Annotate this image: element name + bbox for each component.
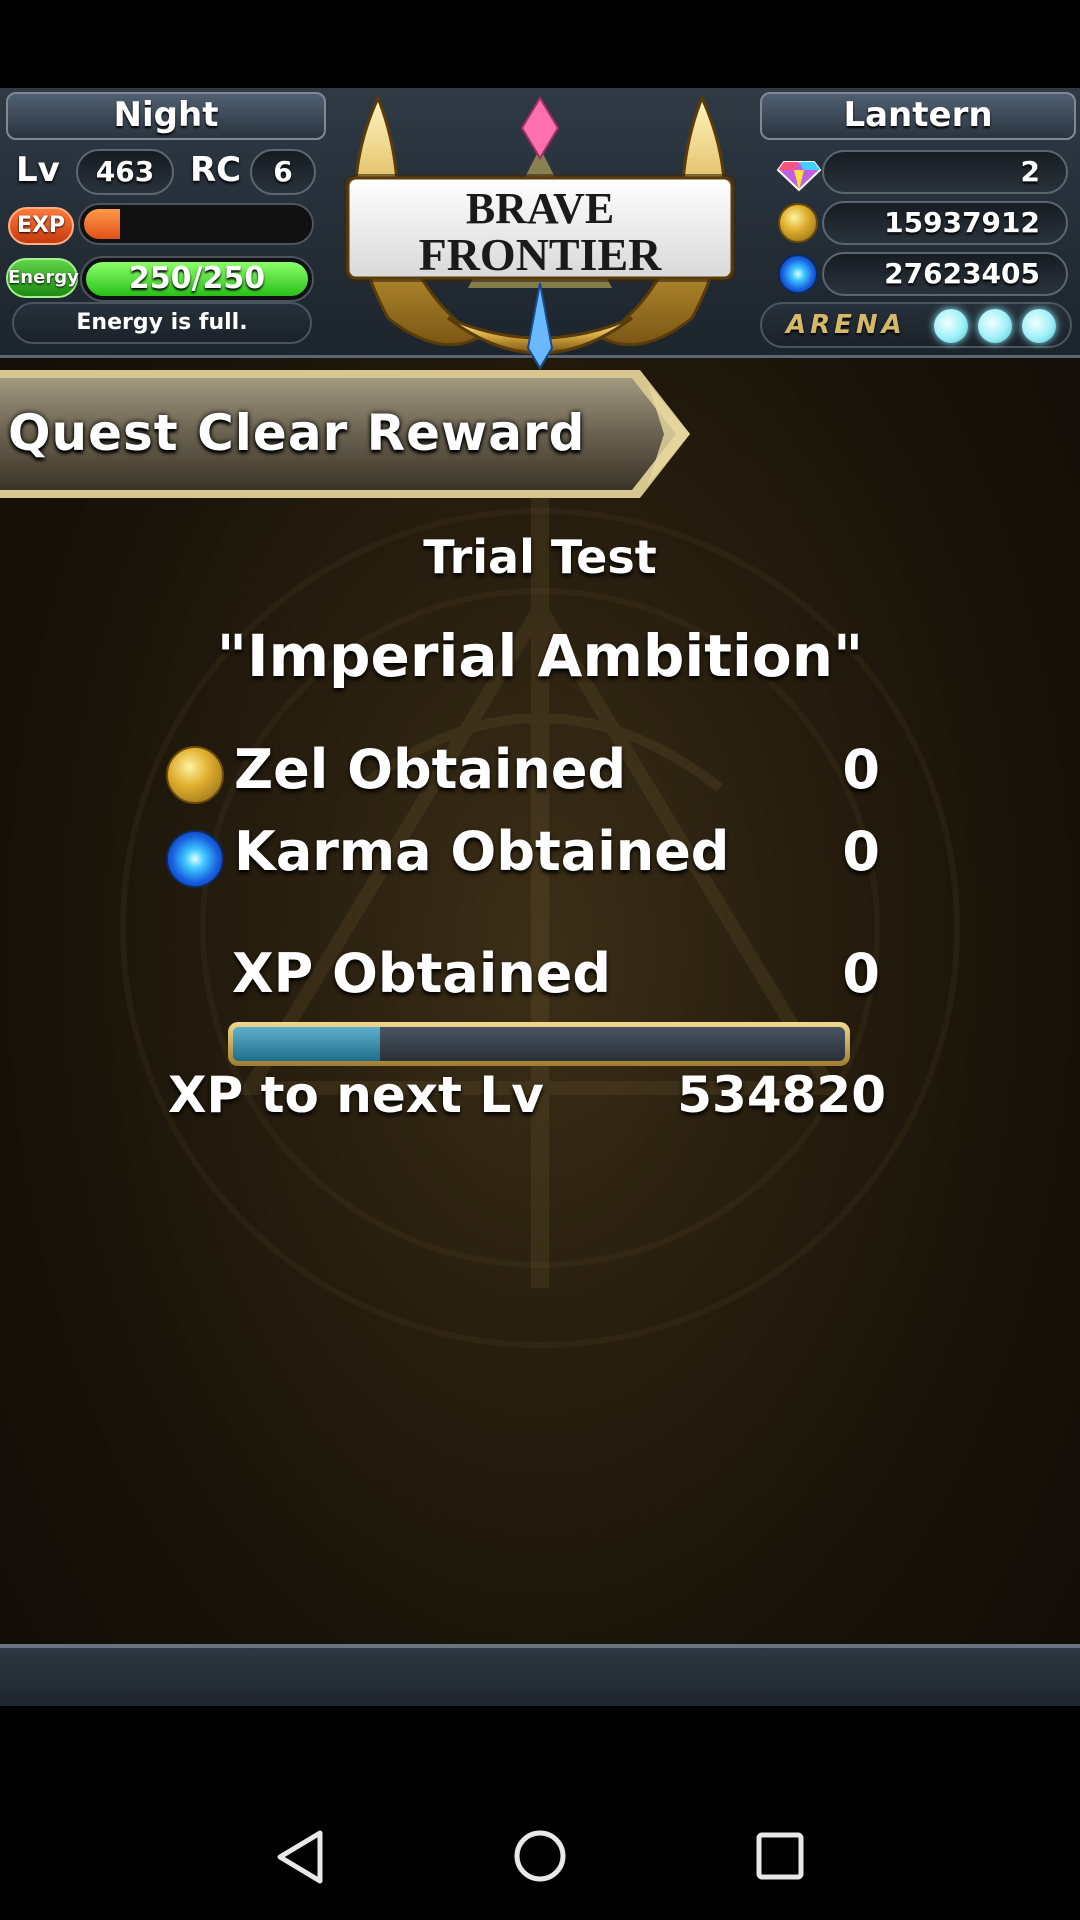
gems-row: 2	[776, 150, 1068, 194]
xp-progress-bar	[228, 1022, 850, 1066]
zel-value: 15937912	[822, 201, 1068, 245]
arena-label: ARENA	[786, 310, 906, 340]
friend-name: Lantern	[760, 92, 1076, 140]
energy-bar: 250/250	[80, 256, 314, 302]
bottom-strip	[0, 1644, 1080, 1706]
rc-label: RC	[190, 150, 242, 190]
player-name: Night	[6, 92, 326, 140]
zel-coin-icon	[166, 746, 224, 804]
zel-obtained-value: 0	[842, 738, 880, 801]
zel-obtained-label: Zel Obtained	[234, 738, 627, 801]
svg-text:FRONTIER: FRONTIER	[419, 229, 663, 280]
rc-value: 6	[250, 149, 316, 195]
karma-row: 27623405	[776, 252, 1068, 296]
karma-orb-icon	[776, 252, 822, 296]
karma-orb-icon	[166, 830, 224, 888]
arena-orb	[934, 309, 968, 343]
navigation-bar	[0, 1706, 1080, 1920]
svg-text:BRAVE: BRAVE	[466, 184, 614, 233]
back-icon[interactable]	[276, 1829, 326, 1885]
karma-obtained-label: Karma Obtained	[234, 820, 730, 883]
xp-next-lv-label: XP to next Lv	[168, 1066, 544, 1124]
karma-value: 27623405	[822, 252, 1068, 296]
lv-label: Lv	[16, 150, 60, 190]
arena-orb	[978, 309, 1012, 343]
exp-label: EXP	[8, 207, 74, 245]
gems-value: 2	[822, 150, 1068, 194]
quest-category: Trial Test	[423, 530, 657, 584]
game-logo: BRAVE FRONTIER	[344, 94, 736, 370]
level-value: 463	[76, 149, 174, 195]
energy-value: 250/250	[128, 261, 266, 296]
karma-obtained-value: 0	[842, 820, 880, 883]
xp-next-lv-value: 534820	[677, 1066, 886, 1124]
exp-bar-fill	[84, 209, 121, 239]
energy-label: Energy	[6, 258, 79, 298]
energy-status: Energy is full.	[12, 302, 312, 344]
zel-row: 15937912	[776, 201, 1068, 245]
xp-obtained-value: 0	[842, 942, 880, 1005]
status-bar	[0, 0, 1080, 88]
home-icon[interactable]	[513, 1829, 567, 1883]
arena-strip[interactable]: ARENA	[760, 302, 1072, 348]
arena-orb	[1022, 309, 1056, 343]
zel-coin-icon	[776, 201, 822, 245]
page-title: Quest Clear Reward	[8, 404, 586, 462]
xp-progress-fill	[233, 1027, 380, 1061]
gem-icon	[776, 161, 822, 192]
quest-name: "Imperial Ambition"	[216, 622, 864, 690]
exp-bar	[78, 203, 314, 245]
xp-obtained-label: XP Obtained	[232, 942, 612, 1005]
recents-icon[interactable]	[755, 1831, 805, 1881]
